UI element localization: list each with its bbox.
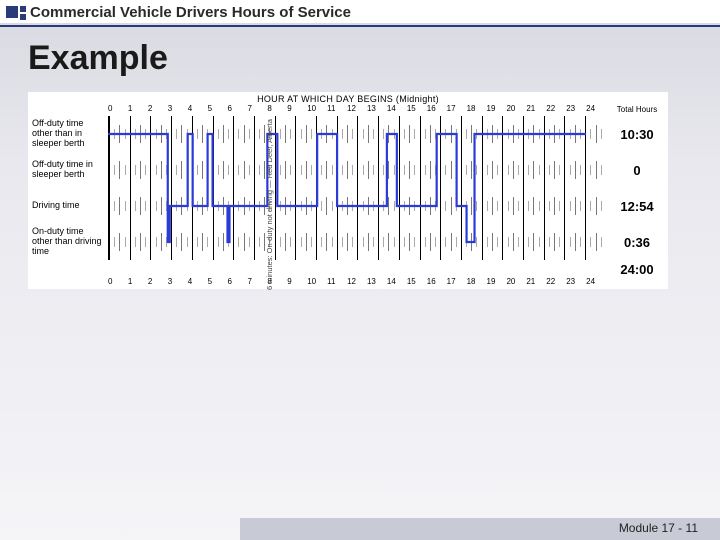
tick-label: 5 bbox=[208, 277, 228, 289]
row-label: On-duty time other than driving time bbox=[28, 224, 108, 260]
tick-label: 9 bbox=[287, 104, 307, 116]
tick-label: 7 bbox=[247, 104, 267, 116]
tick-label: 14 bbox=[387, 277, 407, 289]
slide-heading: Example bbox=[28, 39, 692, 78]
axis-bottom: 0123456789101112131415161718192021222324 bbox=[108, 277, 606, 289]
tick-label: 1 bbox=[128, 277, 148, 289]
tick-label: 17 bbox=[447, 277, 467, 289]
tick-label: 20 bbox=[506, 277, 526, 289]
tick-label: 12 bbox=[347, 104, 367, 116]
tick-label: 15 bbox=[407, 104, 427, 116]
tick-label: 5 bbox=[208, 104, 228, 116]
row-label: Off-duty time other than in sleeper bert… bbox=[28, 116, 108, 152]
tick-label: 21 bbox=[526, 104, 546, 116]
tick-label: 3 bbox=[168, 277, 188, 289]
tick-label: 18 bbox=[467, 104, 487, 116]
header-decoration bbox=[6, 6, 26, 20]
square-icon bbox=[6, 6, 18, 18]
totals-column: Total Hours 10:30 0 12:54 0:36 24:00 bbox=[606, 104, 668, 277]
tick-label: 12 bbox=[347, 277, 367, 289]
tick-label: 18 bbox=[467, 277, 487, 289]
tick-label: 10 bbox=[307, 104, 327, 116]
header-title: Commercial Vehicle Drivers Hours of Serv… bbox=[30, 4, 710, 21]
footer: Module 17 - 11 bbox=[240, 518, 720, 540]
log-rows bbox=[108, 116, 606, 260]
tick-label: 22 bbox=[546, 277, 566, 289]
tick-label: 4 bbox=[188, 104, 208, 116]
tick-label: 6 bbox=[228, 104, 248, 116]
tick-label: 2 bbox=[148, 277, 168, 289]
grand-total: 24:00 bbox=[606, 260, 668, 277]
log-row bbox=[108, 152, 606, 188]
tick-label: 16 bbox=[427, 104, 447, 116]
tick-label: 11 bbox=[327, 104, 347, 116]
tick-label: 13 bbox=[367, 277, 387, 289]
tick-label: 4 bbox=[188, 277, 208, 289]
row-labels: Off-duty time other than in sleeper bert… bbox=[28, 104, 108, 277]
tick-label: 0 bbox=[108, 277, 128, 289]
tick-label: 24 bbox=[586, 104, 606, 116]
axis-top: 0123456789101112131415161718192021222324 bbox=[108, 104, 606, 116]
annotation-text: 6 minutes: On-duty not driving — Red Dee… bbox=[266, 119, 274, 290]
tick-label: 13 bbox=[367, 104, 387, 116]
footer-page: 11 bbox=[686, 521, 698, 535]
tick-label: 19 bbox=[487, 104, 507, 116]
row-total: 10:30 bbox=[606, 116, 668, 152]
tick-label: 23 bbox=[566, 277, 586, 289]
tick-label: 24 bbox=[586, 277, 606, 289]
footer-module: Module 17 - bbox=[619, 521, 682, 535]
log-row bbox=[108, 224, 606, 260]
tick-label: 11 bbox=[327, 277, 347, 289]
row-label: Off-duty time in sleeper berth bbox=[28, 152, 108, 188]
tick-label: 1 bbox=[128, 104, 148, 116]
tick-label: 0 bbox=[108, 104, 128, 116]
tick-label: 15 bbox=[407, 277, 427, 289]
tick-label: 14 bbox=[387, 104, 407, 116]
totals-header: Total Hours bbox=[606, 104, 668, 116]
tick-label: 21 bbox=[526, 277, 546, 289]
log-row bbox=[108, 188, 606, 224]
tick-label: 6 bbox=[228, 277, 248, 289]
tick-label: 8 bbox=[267, 104, 287, 116]
tick-label: 22 bbox=[546, 104, 566, 116]
row-total: 12:54 bbox=[606, 188, 668, 224]
tick-label: 23 bbox=[566, 104, 586, 116]
square-icon bbox=[20, 6, 26, 12]
tick-label: 17 bbox=[447, 104, 467, 116]
tick-label: 9 bbox=[287, 277, 307, 289]
row-total: 0:36 bbox=[606, 224, 668, 260]
log-row bbox=[108, 116, 606, 152]
header: Commercial Vehicle Drivers Hours of Serv… bbox=[0, 0, 720, 23]
row-label: Driving time bbox=[28, 188, 108, 224]
tick-label: 19 bbox=[487, 277, 507, 289]
tick-label: 20 bbox=[506, 104, 526, 116]
hos-log: HOUR AT WHICH DAY BEGINS (Midnight) Off-… bbox=[28, 92, 668, 289]
slide-body: Example HOUR AT WHICH DAY BEGINS (Midnig… bbox=[0, 27, 720, 301]
tick-label: 10 bbox=[307, 277, 327, 289]
square-icon bbox=[20, 14, 26, 20]
log-title: HOUR AT WHICH DAY BEGINS (Midnight) bbox=[28, 92, 668, 104]
tick-label: 2 bbox=[148, 104, 168, 116]
tick-label: 3 bbox=[168, 104, 188, 116]
tick-label: 16 bbox=[427, 277, 447, 289]
log-chart: 0123456789101112131415161718192021222324 bbox=[108, 104, 606, 277]
row-total: 0 bbox=[606, 152, 668, 188]
